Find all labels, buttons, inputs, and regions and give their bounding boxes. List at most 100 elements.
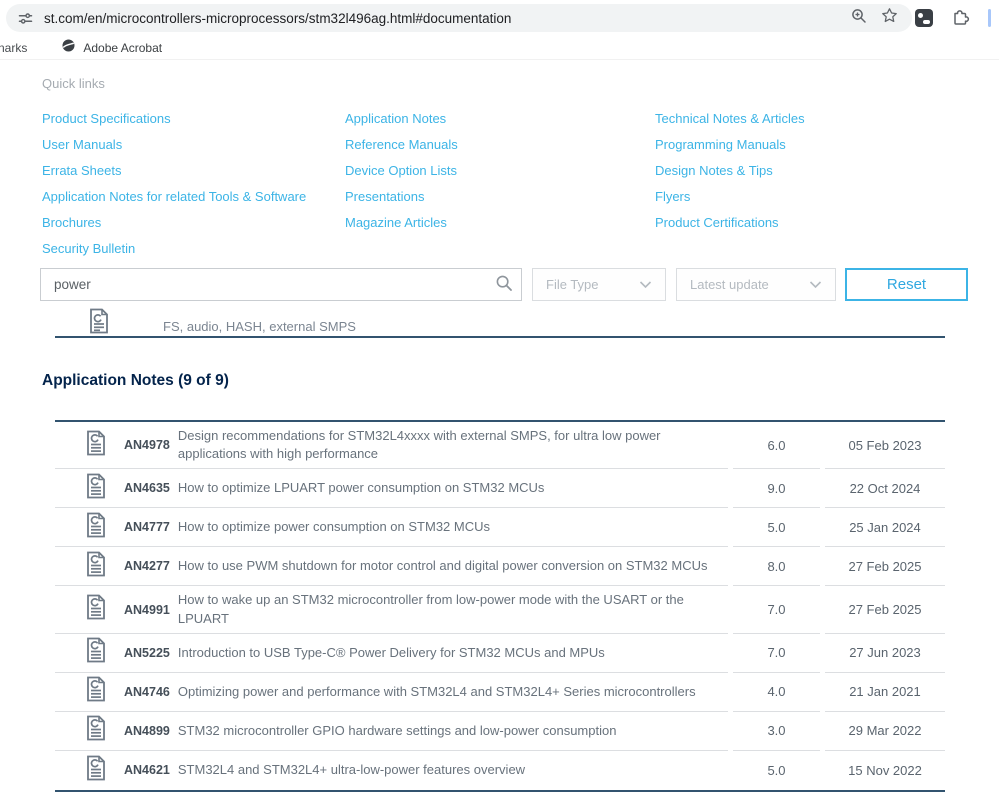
table-row[interactable]: AN4899 STM32 microcontroller GPIO hardwa… — [55, 712, 945, 751]
doc-id: AN4277 — [124, 559, 170, 574]
table-row[interactable]: AN4991 How to wake up an STM32 microcont… — [55, 586, 945, 634]
doc-date: 27 Feb 2025 — [825, 547, 945, 587]
quick-link[interactable]: Product Specifications — [42, 106, 345, 132]
table-row[interactable]: AN4277 How to use PWM shutdown for motor… — [55, 547, 945, 587]
section-heading: Application Notes (9 of 9) — [42, 372, 229, 389]
quick-link[interactable]: Application Notes — [345, 106, 655, 132]
doc-id: AN4899 — [124, 723, 170, 738]
globe-favicon-icon — [61, 38, 76, 58]
doc-main-cell: AN5225 Introduction to USB Type-C® Power… — [55, 634, 728, 673]
doc-id: AN4978 — [124, 438, 170, 453]
quick-link[interactable]: Flyers — [655, 184, 955, 210]
quick-link[interactable]: Product Certifications — [655, 210, 955, 236]
site-settings-icon[interactable] — [18, 11, 33, 26]
quick-link[interactable]: Design Notes & Tips — [655, 158, 955, 184]
doc-main-cell: AN4777 How to optimize power consumption… — [55, 508, 728, 548]
bookmark-label: Adobe Acrobat — [83, 40, 163, 55]
doc-version: 5.0 — [767, 762, 786, 778]
profile-avatar-edge[interactable] — [988, 9, 991, 27]
doc-title: Introduction to USB Type-C® Power Delive… — [177, 644, 605, 660]
doc-date: 05 Feb 2023 — [825, 422, 945, 470]
doc-main-cell: AN4991 How to wake up an STM32 microcont… — [55, 586, 728, 634]
table-row[interactable]: AN4777 How to optimize power consumption… — [55, 508, 945, 548]
quick-link[interactable]: Presentations — [345, 184, 655, 210]
document-icon[interactable] — [85, 512, 107, 543]
doc-main-cell: AN4277 How to use PWM shutdown for motor… — [55, 547, 728, 587]
search-button[interactable] — [487, 269, 521, 300]
table-row[interactable]: AN5225 Introduction to USB Type-C® Power… — [55, 634, 945, 673]
table-row[interactable]: AN4621 STM32L4 and STM32L4+ ultra-low-po… — [55, 751, 945, 790]
document-icon[interactable] — [85, 755, 107, 786]
doc-main-cell: AN4978 Design recommendations for STM32L… — [55, 422, 728, 470]
quick-link[interactable]: Device Option Lists — [345, 158, 655, 184]
quick-links-column: Product Specifications User Manuals Errata… — [42, 106, 345, 262]
doc-date: 21 Jan 2021 — [825, 673, 945, 712]
chevron-down-icon — [809, 276, 822, 294]
quick-link[interactable]: Security Bulletin — [42, 236, 345, 262]
quick-link[interactable]: Reference Manuals — [345, 132, 655, 158]
doc-main-cell: AN4621 STM32L4 and STM32L4+ ultra-low-po… — [55, 751, 728, 790]
quick-link[interactable]: Technical Notes & Articles — [655, 106, 955, 132]
quick-links-column: Application Notes Reference Manuals Device… — [345, 106, 655, 262]
bookmarks-label-fragment[interactable]: narks — [0, 41, 27, 55]
table-divider — [55, 336, 945, 338]
file-type-dropdown[interactable]: File Type — [532, 268, 666, 301]
quick-link[interactable]: Magazine Articles — [345, 210, 655, 236]
doc-title: STM32L4 and STM32L4+ ultra-low-power fea… — [177, 762, 526, 778]
doc-date: 15 Nov 2022 — [848, 762, 922, 778]
doc-title: STM32 microcontroller GPIO hardware sett… — [177, 722, 617, 738]
doc-id: AN4635 — [124, 481, 170, 496]
bookmark-adobe-acrobat[interactable]: Adobe Acrobat — [61, 38, 162, 58]
file-type-label: File Type — [546, 277, 599, 292]
document-icon — [88, 308, 110, 334]
doc-id: AN4746 — [124, 684, 170, 699]
document-icon[interactable] — [85, 551, 107, 582]
doc-version: 3.0 — [733, 712, 820, 751]
filter-bar: File Type Latest update Reset — [0, 268, 999, 301]
doc-title: Optimizing power and performance with ST… — [177, 683, 696, 699]
document-icon[interactable] — [85, 637, 107, 668]
search-input[interactable] — [41, 269, 487, 300]
doc-date: 25 Jan 2024 — [825, 508, 945, 548]
doc-main-cell: AN4635 How to optimize LPUART power cons… — [55, 469, 728, 509]
table-row[interactable]: AN4978 Design recommendations for STM32L… — [55, 422, 945, 470]
doc-title: How to use PWM shutdown for motor contro… — [177, 558, 708, 574]
extension-logo-icon[interactable] — [915, 9, 933, 27]
doc-date: 29 Mar 2022 — [825, 712, 945, 751]
quick-link[interactable]: Application Notes for related Tools & So… — [42, 184, 345, 210]
doc-version: 7.0 — [733, 586, 820, 634]
latest-update-dropdown[interactable]: Latest update — [676, 268, 836, 301]
reset-button[interactable]: Reset — [845, 268, 968, 301]
extensions-puzzle-icon[interactable] — [951, 6, 970, 30]
document-icon[interactable] — [85, 594, 107, 625]
chevron-down-icon — [639, 276, 652, 294]
doc-title: How to wake up an STM32 microcontroller … — [177, 592, 684, 626]
doc-id: AN4777 — [124, 520, 170, 535]
search-icon — [495, 274, 513, 295]
doc-id: AN4621 — [124, 763, 170, 778]
document-icon[interactable] — [85, 430, 107, 461]
doc-title: How to optimize power consumption on STM… — [177, 519, 490, 535]
table-row[interactable]: AN4746 Optimizing power and performance … — [55, 673, 945, 712]
quick-link[interactable]: Brochures — [42, 210, 345, 236]
url-text[interactable]: st.com/en/microcontrollers-microprocesso… — [44, 11, 851, 26]
table-row[interactable]: AN4635 How to optimize LPUART power cons… — [55, 469, 945, 509]
doc-version: 4.0 — [733, 673, 820, 712]
doc-version: 7.0 — [733, 634, 820, 673]
quick-links-columns: Product Specifications User Manuals Errata… — [42, 106, 979, 262]
zoom-icon[interactable] — [851, 8, 867, 29]
quick-links-column: Technical Notes & Articles Programming Ma… — [655, 106, 955, 262]
quick-link[interactable]: Errata Sheets — [42, 158, 345, 184]
url-bar[interactable]: st.com/en/microcontrollers-microprocesso… — [6, 4, 912, 32]
doc-main-cell: AN4746 Optimizing power and performance … — [55, 673, 728, 712]
bookmarks-bar: narks Adobe Acrobat — [0, 36, 999, 60]
quick-link[interactable]: User Manuals — [42, 132, 345, 158]
document-icon[interactable] — [85, 715, 107, 746]
quick-link[interactable]: Programming Manuals — [655, 132, 955, 158]
document-icon[interactable] — [85, 676, 107, 707]
doc-version: 5.0 — [733, 508, 820, 548]
bookmark-star-icon[interactable] — [881, 7, 898, 29]
quick-links-section: Quick links Product Specifications User M… — [42, 76, 979, 262]
doc-version: 8.0 — [733, 547, 820, 587]
document-icon[interactable] — [85, 473, 107, 504]
